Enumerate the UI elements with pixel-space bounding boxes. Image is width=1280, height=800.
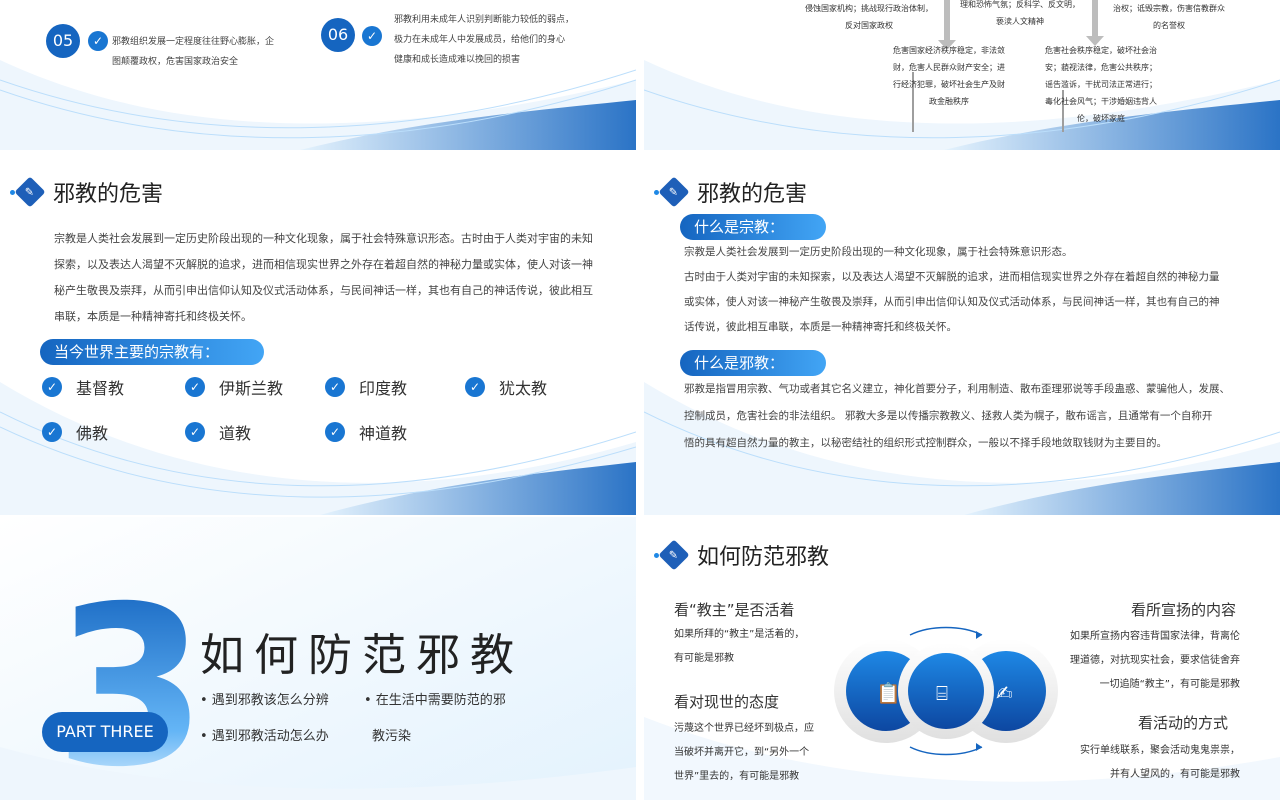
- bullet-daily-prevention: • 在生活中需要防范的邪: [364, 693, 506, 708]
- religion-definition: 宗教是人类社会发展到一定历史阶段出现的一种文化现象，属于社会特殊意识形态。 古时…: [684, 246, 1220, 333]
- flow-node-society: 危害社会秩序稳定，破坏社会治 安；藐视法律，危害公共秩序； 谣告滥诉，干扰司法正…: [1045, 46, 1157, 123]
- religion-item: ✓ 神道教: [325, 420, 407, 444]
- check-icon: ✓: [42, 422, 62, 442]
- flow-node-culture: 理和恐怖气氛；反科学、反文明， 亵渎人文精神: [960, 0, 1080, 26]
- religion-item: ✓ 基督教: [42, 375, 124, 399]
- tip-text-content: 如果所宣扬内容违背国家法律，背离伦 理道德，对抗现实社会，要求信徒舍弃 一切追随…: [1070, 631, 1240, 690]
- slide-part-three-cover: 3 PART THREE 如何防范邪教 • 遇到邪教该怎么分辨 • 在生活中需要…: [0, 517, 636, 800]
- presentation-icon: ⌸: [936, 681, 948, 705]
- slide-harms-flowchart-part: 侵蚀国家机构；挑战现行政治体制， 反对国家政权 理和恐怖气氛；反科学、反文明， …: [644, 0, 1280, 150]
- tip-heading-content: 看所宣扬的内容: [1130, 601, 1236, 619]
- document-icon: ✎: [658, 176, 690, 208]
- number-badge-05: 05: [46, 24, 80, 58]
- religion-item: ✓ 佛教: [42, 420, 108, 444]
- harm-item-5: 邪教组织发展一定程度往往野心膨胀，企 图颠覆政权，危害国家政治安全: [112, 37, 275, 67]
- slide-title: 如何防范邪教: [697, 545, 830, 570]
- clipboard-icon: 📋: [876, 681, 901, 705]
- user-edit-icon: ✍: [996, 681, 1013, 705]
- tip-text-leader-alive: 如果所拜的“教主”是活着的， 有可能是邪教: [674, 629, 805, 664]
- religion-item: ✓ 印度教: [325, 375, 407, 399]
- check-icon: ✓: [42, 377, 62, 397]
- number-badge-06: 06: [321, 18, 355, 52]
- bullet-daily-prevention-cont: 教污染: [372, 729, 412, 744]
- section-pill-what-is-religion: 什么是宗教：: [680, 214, 826, 240]
- tip-text-activity: 实行单线联系，聚会活动鬼鬼祟祟， 并有人望风的，有可能是邪教: [1080, 745, 1240, 780]
- check-icon: ✓: [88, 31, 108, 51]
- check-icon: ✓: [185, 422, 205, 442]
- slide-religion-intro: ✎ 邪教的危害 宗教是人类社会发展到一定历史阶段出现的一种文化现象，属于社会特殊…: [0, 152, 636, 515]
- religion-item: ✓ 犹太教: [465, 375, 547, 399]
- check-icon: ✓: [465, 377, 485, 397]
- tip-heading-leader-alive: 看“教主”是否活着: [674, 601, 795, 619]
- flow-node-religion: 治权；诋毁宗教，伤害信教群众 的名誉权: [1113, 4, 1225, 30]
- check-icon: ✓: [325, 377, 345, 397]
- flow-node-political: 侵蚀国家机构；挑战现行政治体制， 反对国家政权: [805, 4, 933, 30]
- slide-harms-list-part: 05 ✓ 邪教组织发展一定程度往往野心膨胀，企 图颠覆政权，危害国家政治安全 0…: [0, 0, 636, 150]
- harm-item-6: 邪教利用未成年人识别判断能力较低的弱点， 极力在未成年人中发展成员，给他们的身心…: [394, 15, 575, 65]
- cult-definition: 邪教是指冒用宗教、气功或者其它名义建立，神化首要分子，利用制造、散布歪理邪说等手…: [684, 383, 1230, 449]
- tip-heading-world-attitude: 看对现世的态度: [674, 693, 780, 711]
- check-icon: ✓: [325, 422, 345, 442]
- slide-title: 邪教的危害: [53, 182, 164, 207]
- religion-definition: 宗教是人类社会发展到一定历史阶段出现的一种文化现象，属于社会特殊意识形态。古时由…: [54, 232, 593, 323]
- religion-item: ✓ 伊斯兰教: [185, 375, 283, 399]
- tip-text-world-attitude: 污蔑这个世界已经坏到极点，应 当破坏并离开它，到“另外一个 世界”里去的，有可能…: [674, 723, 814, 782]
- slide-religion-vs-cult: ✎ 邪教的危害 什么是宗教： 宗教是人类社会发展到一定历史阶段出现的一种文化现象…: [644, 152, 1280, 515]
- religion-item: ✓ 道教: [185, 420, 251, 444]
- part-number: 3: [54, 559, 208, 800]
- document-icon: ✎: [658, 539, 690, 571]
- tip-heading-activity: 看活动的方式: [1137, 714, 1228, 732]
- section-pill-what-is-cult: 什么是邪教：: [680, 350, 826, 376]
- section-pill-major-religions: 当今世界主要的宗教有：: [40, 339, 264, 365]
- slide-title: 邪教的危害: [697, 182, 808, 207]
- document-icon: ✎: [14, 176, 46, 208]
- bullet-what-to-do: • 遇到邪教活动怎么办: [200, 729, 329, 744]
- check-icon: ✓: [185, 377, 205, 397]
- slide-how-to-identify: ✎ 如何防范邪教 看“教主”是否活着 如果所拜的“教主”是活着的， 有可能是邪教…: [644, 517, 1280, 800]
- check-icon: ✓: [362, 26, 382, 46]
- slide-title-row: ✎ 邪教的危害: [654, 176, 807, 208]
- part-heading: 如何防范邪教: [200, 630, 524, 681]
- slide-title-row: ✎ 如何防范邪教: [654, 539, 829, 571]
- flow-node-economy: 危害国家经济秩序稳定，非法敛 财，危害人民群众财产安全；进 行经济犯罪，破坏社会…: [893, 46, 1005, 106]
- part-label-pill: PART THREE: [42, 712, 168, 752]
- bullet-identify: • 遇到邪教该怎么分辨: [200, 693, 329, 708]
- slide-title-row: ✎ 邪教的危害: [10, 176, 163, 208]
